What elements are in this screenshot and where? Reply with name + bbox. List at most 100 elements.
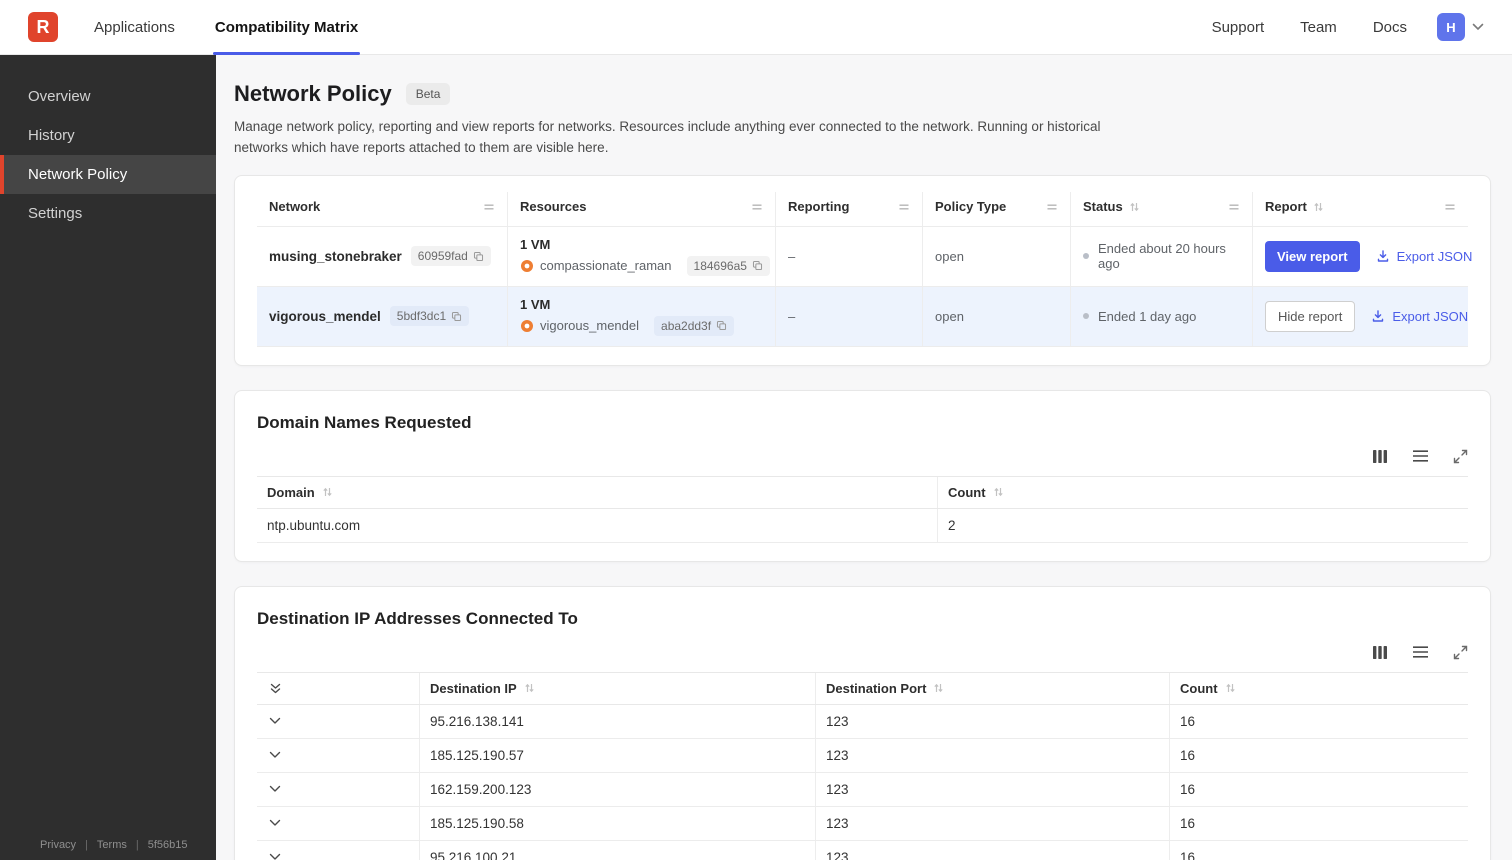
- table-view-controls: [257, 449, 1468, 464]
- sort-icon[interactable]: [322, 486, 333, 498]
- chevron-down-icon: [269, 751, 281, 759]
- sidebar-item-overview[interactable]: Overview: [0, 77, 216, 116]
- column-header-status[interactable]: Status: [1070, 191, 1252, 226]
- export-json-label: Export JSON: [1396, 248, 1473, 264]
- chevron-down-icon: [269, 819, 281, 827]
- domains-table: Domain Count ntp.ubuntu.com 2: [257, 475, 1468, 543]
- column-header-policy-type[interactable]: Policy Type: [922, 191, 1070, 226]
- nav-team[interactable]: Team: [1300, 19, 1337, 36]
- destination-ip-cell: 185.125.190.58: [419, 806, 815, 840]
- sort-icon[interactable]: [993, 486, 1004, 498]
- columns-view-icon[interactable]: [1372, 449, 1388, 464]
- fullscreen-icon[interactable]: [1453, 449, 1468, 464]
- copy-icon[interactable]: [473, 251, 484, 262]
- destination-ip-cell: 185.125.190.57: [419, 738, 815, 772]
- sort-icon[interactable]: [524, 682, 535, 694]
- destinations-card: Destination IP Addresses Connected To De…: [234, 585, 1491, 860]
- chevron-down-icon: [269, 717, 281, 725]
- expand-row-button[interactable]: [257, 776, 419, 802]
- expand-row-button[interactable]: [257, 810, 419, 836]
- column-menu-icon[interactable]: [898, 201, 910, 213]
- resource-name[interactable]: compassionate_raman: [540, 258, 672, 273]
- expand-all-rows-button[interactable]: [257, 674, 419, 703]
- view-report-button[interactable]: View report: [1265, 240, 1360, 272]
- network-id-badge: 5bdf3dc1: [389, 306, 470, 327]
- column-menu-icon[interactable]: [751, 201, 763, 213]
- fullscreen-icon[interactable]: [1453, 645, 1468, 660]
- expand-row-button[interactable]: [257, 708, 419, 734]
- resource-id-badge: 184696a5: [686, 255, 770, 276]
- nav-docs[interactable]: Docs: [1373, 19, 1407, 36]
- status-dot: [1083, 253, 1089, 260]
- copy-icon[interactable]: [752, 260, 763, 271]
- column-label: Resources: [520, 199, 587, 215]
- double-chevron-down-icon: [269, 682, 282, 695]
- network-cell: vigorous_mendel 5bdf3dc1: [257, 287, 507, 346]
- column-label: Count: [948, 484, 986, 500]
- nav-compatibility-matrix[interactable]: Compatibility Matrix: [212, 0, 361, 55]
- density-view-icon[interactable]: [1412, 645, 1429, 660]
- chevron-down-icon: [269, 785, 281, 793]
- reporting-cell: –: [775, 286, 922, 346]
- column-menu-icon[interactable]: [1444, 201, 1456, 213]
- sidebar-item-settings[interactable]: Settings: [0, 194, 216, 233]
- nav-applications[interactable]: Applications: [94, 0, 175, 55]
- column-header-destination-ip[interactable]: Destination IP: [419, 672, 815, 704]
- copy-icon[interactable]: [716, 320, 727, 331]
- destination-ip-cell: 95.216.138.141: [419, 704, 815, 738]
- count-cell: 16: [1169, 806, 1468, 840]
- privacy-link[interactable]: Privacy: [40, 839, 76, 851]
- resource-id: aba2dd3f: [661, 318, 712, 333]
- column-header-network[interactable]: Network: [257, 192, 507, 226]
- copy-icon[interactable]: [451, 311, 462, 322]
- network-table: Network Resources Reporting Policy Type: [257, 191, 1472, 347]
- sidebar-item-history[interactable]: History: [0, 116, 216, 155]
- brand-logo[interactable]: R: [28, 12, 58, 42]
- sort-icon[interactable]: [933, 682, 944, 694]
- destinations-table: Destination IP Destination Port Count 95…: [257, 671, 1468, 860]
- column-label: Destination IP: [430, 680, 517, 696]
- column-label: Policy Type: [935, 199, 1007, 215]
- column-header-count[interactable]: Count: [1169, 672, 1468, 704]
- column-menu-icon[interactable]: [1046, 201, 1058, 213]
- table-row: 185.125.190.58 123 16: [257, 806, 1468, 841]
- sort-icon[interactable]: [1225, 682, 1236, 694]
- column-header-reporting[interactable]: Reporting: [775, 191, 922, 226]
- resources-cell: 1 VM compassionate_raman 184696a5: [507, 226, 775, 286]
- status-text: Ended 1 day ago: [1098, 308, 1197, 324]
- destination-port-cell: 123: [815, 772, 1169, 806]
- resource-name[interactable]: vigorous_mendel: [540, 318, 639, 333]
- destinations-table-header: Destination IP Destination Port Count: [257, 671, 1468, 705]
- sort-icon[interactable]: [1129, 201, 1140, 213]
- column-header-resources[interactable]: Resources: [507, 191, 775, 226]
- network-id: 5bdf3dc1: [396, 309, 447, 324]
- sort-icon[interactable]: [1313, 201, 1324, 213]
- export-json-link[interactable]: Export JSON: [1371, 309, 1468, 324]
- count-cell: 2: [937, 508, 1468, 542]
- destination-ip-cell: 95.216.100.21: [419, 840, 815, 860]
- expand-row-button[interactable]: [257, 844, 419, 860]
- main-content: Network Policy Beta Manage network polic…: [216, 55, 1512, 860]
- avatar[interactable]: H: [1437, 13, 1465, 41]
- expand-row-button[interactable]: [257, 742, 419, 768]
- column-menu-icon[interactable]: [1228, 201, 1240, 213]
- resource-id: 184696a5: [693, 258, 747, 273]
- column-menu-icon[interactable]: [483, 201, 495, 213]
- column-header-destination-port[interactable]: Destination Port: [815, 672, 1169, 704]
- nav-support[interactable]: Support: [1212, 19, 1265, 36]
- column-label: Reporting: [788, 199, 850, 215]
- hide-report-button[interactable]: Hide report: [1265, 300, 1356, 332]
- column-header-count[interactable]: Count: [937, 476, 1468, 508]
- columns-view-icon[interactable]: [1372, 645, 1388, 660]
- vm-instance-icon: [520, 259, 534, 273]
- column-header-domain[interactable]: Domain: [257, 477, 937, 508]
- network-id-badge: 60959fad: [410, 246, 491, 267]
- column-label: Network: [269, 199, 321, 215]
- terms-link[interactable]: Terms: [97, 839, 127, 851]
- export-json-link[interactable]: Export JSON: [1376, 248, 1473, 264]
- sidebar-item-network-policy[interactable]: Network Policy: [0, 155, 216, 194]
- density-view-icon[interactable]: [1412, 449, 1429, 464]
- column-header-report[interactable]: Report: [1252, 191, 1468, 226]
- user-menu-chevron-down-icon[interactable]: [1472, 23, 1484, 31]
- destinations-card-title: Destination IP Addresses Connected To: [257, 608, 578, 628]
